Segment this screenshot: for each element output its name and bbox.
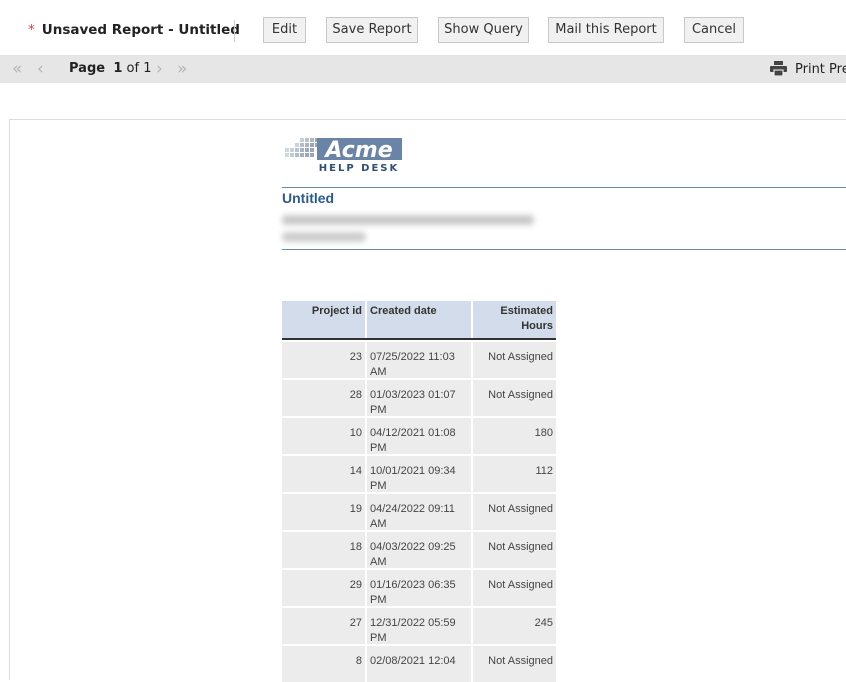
page-indicator: Page 1 of 1 [69, 61, 151, 76]
report-title-text: Unsaved Report - Untitled [41, 22, 240, 38]
report-toolbar: * Unsaved Report - Untitled Edit Save Rep… [0, 9, 846, 56]
cell-estimated-hours: 180 [473, 418, 556, 454]
cell-created-date: 04/24/2022 09:11 AM [367, 494, 471, 530]
table-header: Project id Created date Estimated Hours [282, 301, 556, 340]
cell-project-id: 23 [282, 342, 365, 378]
cell-created-date: 07/25/2022 11:03 AM [367, 342, 471, 378]
cell-estimated-hours: Not Assigned [473, 342, 556, 378]
previous-page-icon[interactable]: ‹ [37, 56, 44, 83]
cell-estimated-hours: Not Assigned [473, 570, 556, 606]
last-page-icon[interactable]: » [177, 56, 187, 83]
svg-text:HELP DESK: HELP DESK [319, 163, 399, 174]
header-rule-bottom [282, 249, 846, 250]
header-rule-top [282, 187, 846, 188]
pager-bar: « ‹ Page 1 of 1 › » Print Pre [0, 56, 846, 83]
current-page: 1 [113, 61, 123, 76]
cell-created-date: 10/01/2021 09:34 PM [367, 456, 471, 492]
cell-estimated-hours: 245 [473, 608, 556, 644]
acme-logo: Acme HELP DESK [285, 138, 402, 174]
next-page-icon[interactable]: › [156, 56, 163, 83]
cell-created-date: 01/16/2023 06:35 PM [367, 570, 471, 606]
save-report-button[interactable]: Save Report [326, 17, 418, 43]
cell-created-date: 01/03/2023 01:07 PM [367, 380, 471, 416]
cell-created-date: 04/12/2021 01:08 PM [367, 418, 471, 454]
first-page-icon[interactable]: « [12, 56, 22, 83]
cell-project-id: 27 [282, 608, 365, 644]
cell-created-date: 02/08/2021 12:04 [367, 646, 471, 682]
table-row: 19 04/24/2022 09:11 AM Not Assigned [282, 494, 556, 530]
column-header-created-date[interactable]: Created date [367, 301, 471, 338]
redacted-line [282, 215, 534, 225]
svg-text:Acme: Acme [323, 138, 392, 163]
cell-project-id: 14 [282, 456, 365, 492]
cell-estimated-hours: 112 [473, 456, 556, 492]
cell-estimated-hours: Not Assigned [473, 494, 556, 530]
cell-project-id: 8 [282, 646, 365, 682]
table-row: 10 04/12/2021 01:08 PM 180 [282, 418, 556, 454]
cell-created-date: 12/31/2022 05:59 PM [367, 608, 471, 644]
print-preview-button[interactable]: Print Pre [770, 61, 846, 77]
edit-button[interactable]: Edit [263, 17, 306, 43]
mail-report-button[interactable]: Mail this Report [548, 17, 664, 43]
column-header-project-id[interactable]: Project id [282, 301, 365, 338]
unsaved-marker: * [28, 22, 35, 38]
table-row: 29 01/16/2023 06:35 PM Not Assigned [282, 570, 556, 606]
table-row: 28 01/03/2023 01:07 PM Not Assigned [282, 380, 556, 416]
redacted-line [282, 232, 366, 242]
print-preview-label: Print Pre [795, 62, 846, 77]
document-title: Untitled [282, 190, 335, 206]
cell-project-id: 29 [282, 570, 365, 606]
cell-project-id: 28 [282, 380, 365, 416]
table-row: 18 04/03/2022 09:25 AM Not Assigned [282, 532, 556, 568]
cell-estimated-hours: Not Assigned [473, 646, 556, 682]
printer-icon [770, 61, 787, 77]
table-row: 27 12/31/2022 05:59 PM 245 [282, 608, 556, 644]
show-query-button[interactable]: Show Query [438, 17, 529, 43]
toolbar-divider [234, 20, 235, 42]
table-row: 14 10/01/2021 09:34 PM 112 [282, 456, 556, 492]
report-table: Project id Created date Estimated Hours … [282, 301, 556, 682]
cell-project-id: 10 [282, 418, 365, 454]
cell-estimated-hours: Not Assigned [473, 380, 556, 416]
table-row: 8 02/08/2021 12:04 Not Assigned [282, 646, 556, 682]
cell-project-id: 18 [282, 532, 365, 568]
column-header-estimated-hours[interactable]: Estimated Hours [473, 301, 556, 338]
cell-estimated-hours: Not Assigned [473, 532, 556, 568]
report-title: * Unsaved Report - Untitled [28, 22, 240, 38]
page-word: Page [69, 61, 106, 76]
table-row: 23 07/25/2022 11:03 AM Not Assigned [282, 342, 556, 378]
cell-project-id: 19 [282, 494, 365, 530]
page-total: of 1 [126, 61, 152, 76]
cell-created-date: 04/03/2022 09:25 AM [367, 532, 471, 568]
cancel-button[interactable]: Cancel [684, 17, 744, 43]
